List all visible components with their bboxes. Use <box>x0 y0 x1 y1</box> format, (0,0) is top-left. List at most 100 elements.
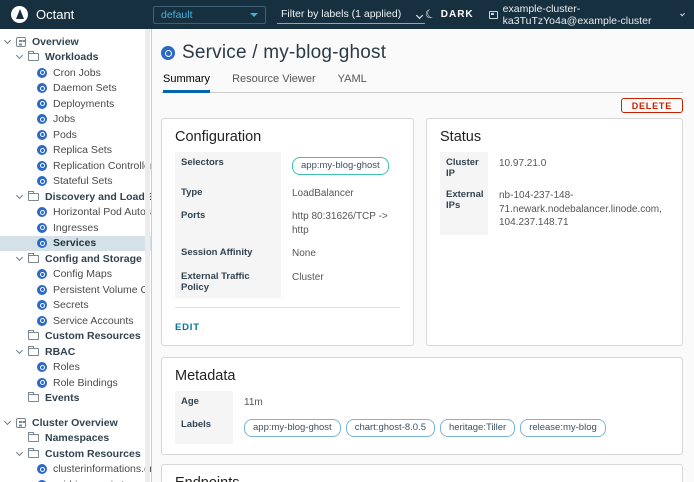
tab-resource-viewer[interactable]: Resource Viewer <box>232 73 316 92</box>
circle-icon <box>37 300 47 310</box>
sidebar-item-label: Pods <box>53 129 77 141</box>
sidebar-item-label: Workloads <box>45 51 98 63</box>
sidebar-item-secrets[interactable]: Secrets <box>0 298 151 314</box>
summary-row-value: 11m <box>233 391 669 415</box>
label-filter-input[interactable]: Filter by labels (1 applied) <box>277 6 425 24</box>
label-chip: release:my-blog <box>520 419 606 437</box>
summary-row-value: Cluster <box>281 266 400 298</box>
namespace-dropdown[interactable]: default <box>153 6 266 24</box>
octant-logo-icon <box>11 6 28 23</box>
context-label: example-cluster-ka3TuTzYo4a@example-clus… <box>503 3 676 27</box>
sidebar-item-replication-controllers[interactable]: Replication Controllers <box>0 158 151 174</box>
summary-row-label: Age <box>175 391 233 415</box>
folder-icon <box>28 394 39 402</box>
sidebar-item-stateful-sets[interactable]: Stateful Sets <box>0 174 151 190</box>
theme-toggle-button[interactable]: ☾ DARK <box>425 9 474 21</box>
summary-row-value: app:my-blog-ghost <box>281 152 400 182</box>
sidebar-item-config-maps[interactable]: Config Maps <box>0 267 151 283</box>
sidebar-item-csidrivers-csi-storage-k8s-io[interactable]: csidrivers.csi.storage.k8s.io <box>0 477 151 482</box>
summary-row: Portshttp 80:31626/TCP -> http <box>175 205 400 242</box>
apps-icon <box>16 37 26 47</box>
sidebar-item-label: Config and Storage <box>45 253 142 265</box>
sidebar-item-clusterinformations-crd-projec[interactable]: clusterinformations.crd.projec <box>0 462 151 478</box>
chevron-down-icon[interactable] <box>16 52 23 59</box>
sidebar-item-overview[interactable]: Overview <box>0 34 151 50</box>
sidebar-item-role-bindings[interactable]: Role Bindings <box>0 375 151 391</box>
label-chip: chart:ghost-8.0.5 <box>346 419 435 437</box>
configuration-title: Configuration <box>175 129 400 145</box>
summary-row-label: Ports <box>175 205 281 242</box>
sidebar-item-workloads[interactable]: Workloads <box>0 50 151 66</box>
sidebar-item-label: Role Bindings <box>53 377 118 389</box>
sidebar-item-label: Ingresses <box>53 222 99 234</box>
sidebar-item-cron-jobs[interactable]: Cron Jobs <box>0 65 151 81</box>
sidebar-item-cluster-overview[interactable]: Cluster Overview <box>0 415 151 431</box>
tab-yaml[interactable]: YAML <box>338 73 367 92</box>
sidebar-item-roles[interactable]: Roles <box>0 360 151 376</box>
configuration-card: Configuration Selectorsapp:my-blog-ghost… <box>161 118 414 346</box>
sidebar-item-events[interactable]: Events <box>0 391 151 407</box>
sidebar-item-ingresses[interactable]: Ingresses <box>0 220 151 236</box>
chevron-down-icon[interactable] <box>16 347 23 354</box>
summary-row-label: Labels <box>175 414 233 444</box>
label-chip: app:my-blog-ghost <box>292 157 389 175</box>
circle-icon <box>37 316 47 326</box>
tab-summary[interactable]: Summary <box>163 73 210 93</box>
sidebar-item-label: Horizontal Pod Autoscalers <box>53 206 151 218</box>
sidebar-item-services[interactable]: Services <box>0 236 151 252</box>
circle-icon <box>37 68 47 78</box>
sidebar-item-config-and-storage[interactable]: Config and Storage <box>0 251 151 267</box>
summary-row-value: app:my-blog-ghostchart:ghost-8.0.5herita… <box>233 414 669 444</box>
summary-grid: Configuration Selectorsapp:my-blog-ghost… <box>161 118 683 346</box>
folder-icon <box>28 434 39 442</box>
sidebar-item-discovery-and-load-balancing[interactable]: Discovery and Load Balancing <box>0 189 151 205</box>
theme-toggle-label: DARK <box>441 9 474 20</box>
status-title: Status <box>440 129 669 145</box>
sidebar-item-custom-resources[interactable]: Custom Resources <box>0 329 151 345</box>
sidebar-item-rbac[interactable]: RBAC <box>0 344 151 360</box>
service-icon <box>161 46 175 60</box>
moon-icon: ☾ <box>423 5 439 22</box>
summary-row-value: 10.97.21.0 <box>488 152 669 184</box>
summary-row-label: Type <box>175 182 281 206</box>
sidebar-item-label: Events <box>45 392 79 404</box>
sidebar-item-pods[interactable]: Pods <box>0 127 151 143</box>
summary-row: Selectorsapp:my-blog-ghost <box>175 152 400 182</box>
chevron-down-icon[interactable] <box>16 192 23 199</box>
sidebar-item-label: Custom Resources <box>45 330 141 342</box>
sidebar-item-label: Daemon Sets <box>53 82 117 94</box>
circle-icon <box>37 161 47 171</box>
endpoints-card: Endpoints TargetIPNode Name my-blog-ghos… <box>161 464 683 482</box>
sidebar-item-label: RBAC <box>45 346 75 358</box>
summary-row: Labelsapp:my-blog-ghostchart:ghost-8.0.5… <box>175 414 669 444</box>
sidebar-item-jobs[interactable]: Jobs <box>0 112 151 128</box>
chevron-down-icon[interactable] <box>16 449 23 456</box>
chevron-down-icon[interactable] <box>4 418 11 425</box>
sidebar-item-label: Roles <box>53 361 80 373</box>
folder-icon <box>28 332 39 340</box>
tab-bar: Summary Resource Viewer YAML <box>161 73 683 93</box>
folder-icon <box>28 348 39 356</box>
chevron-down-icon[interactable] <box>4 37 11 44</box>
edit-button[interactable]: EDIT <box>175 322 200 333</box>
sidebar-item-service-accounts[interactable]: Service Accounts <box>0 313 151 329</box>
sidebar-item-namespaces[interactable]: Namespaces <box>0 431 151 447</box>
delete-button[interactable]: DELETE <box>621 98 683 113</box>
sidebar-item-custom-resources[interactable]: Custom Resources <box>0 446 151 462</box>
summary-row-value: http 80:31626/TCP -> http <box>281 205 400 242</box>
circle-icon <box>37 285 47 295</box>
metadata-card: Metadata Age11mLabelsapp:my-blog-ghostch… <box>161 357 683 455</box>
context-selector[interactable]: example-cluster-ka3TuTzYo4a@example-clus… <box>489 3 684 27</box>
sidebar-item-horizontal-pod-autoscalers[interactable]: Horizontal Pod Autoscalers <box>0 205 151 221</box>
label-chip: heritage:Tiller <box>440 419 515 437</box>
sidebar-item-label: Cluster Overview <box>32 417 118 429</box>
chevron-down-icon[interactable] <box>16 254 23 261</box>
metadata-rows: Age11mLabelsapp:my-blog-ghostchart:ghost… <box>175 391 669 444</box>
sidebar-item-deployments[interactable]: Deployments <box>0 96 151 112</box>
summary-row-value: LoadBalancer <box>281 182 400 206</box>
metadata-title: Metadata <box>175 368 669 384</box>
sidebar-item-replica-sets[interactable]: Replica Sets <box>0 143 151 159</box>
circle-icon <box>37 223 47 233</box>
sidebar-item-persistent-volume-claims[interactable]: Persistent Volume Claims <box>0 282 151 298</box>
sidebar-item-daemon-sets[interactable]: Daemon Sets <box>0 81 151 97</box>
